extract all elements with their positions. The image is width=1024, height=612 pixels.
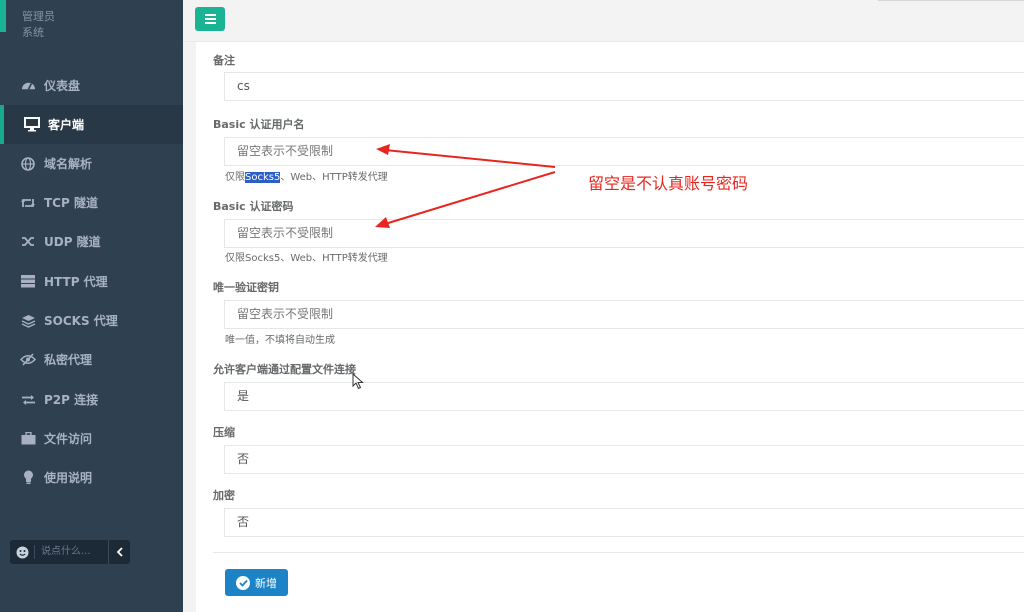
bars-icon — [204, 14, 216, 24]
sidebar-item-files[interactable]: 文件访问 — [0, 419, 183, 458]
basic-username-input[interactable]: 留空表示不受限制 — [224, 137, 1024, 166]
basic-username-label: Basic 认证用户名 — [213, 118, 305, 131]
selected-text: Socks5 — [245, 172, 281, 183]
eye-slash-icon — [20, 352, 36, 368]
chevron-left-icon — [116, 547, 123, 557]
exchange-icon — [20, 392, 36, 408]
server-icon — [20, 274, 36, 290]
sidebar-item-label: 文件访问 — [44, 432, 93, 446]
dashboard-icon — [20, 78, 36, 94]
form-divider — [213, 552, 1024, 553]
briefcase-icon — [20, 431, 36, 447]
collapse-chat-button[interactable] — [108, 540, 130, 564]
sidebar-item-udp[interactable]: UDP 隧道 — [0, 222, 183, 261]
basic-username-help: 仅限Socks5、Web、HTTP转发代理 — [225, 172, 388, 183]
remark-label: 备注 — [213, 54, 235, 67]
add-button[interactable]: 新增 — [225, 569, 288, 596]
sidebar: 管理员 系统 仪表盘 客户端 域名解析 TCP 隧道 UDP 隧道 HTTP 代… — [0, 0, 183, 612]
desktop-icon — [24, 117, 40, 133]
compress-label: 压缩 — [213, 426, 235, 439]
config-conn-select[interactable]: 是 — [224, 382, 1024, 411]
annotation-text: 留空是不认真账号密码 — [588, 174, 749, 193]
basic-password-input[interactable]: 留空表示不受限制 — [224, 219, 1024, 248]
add-button-label: 新增 — [255, 576, 277, 590]
random-icon — [20, 234, 36, 250]
sidebar-item-label: TCP 隧道 — [44, 196, 98, 210]
sidebar-item-label: HTTP 代理 — [44, 275, 108, 289]
smile-icon[interactable] — [10, 546, 34, 559]
chat-input[interactable]: 说点什么... — [34, 545, 108, 559]
sidebar-item-label: UDP 隧道 — [44, 235, 101, 249]
layers-icon — [20, 313, 36, 329]
crypt-label: 加密 — [213, 489, 235, 502]
toggle-menu-button[interactable] — [195, 7, 225, 31]
sidebar-item-tcp[interactable]: TCP 隧道 — [0, 183, 183, 222]
mouse-cursor-icon — [352, 373, 364, 390]
sidebar-item-help[interactable]: 使用说明 — [0, 458, 183, 497]
check-circle-icon — [236, 575, 250, 590]
client-form-panel: 备注 cs Basic 认证用户名 留空表示不受限制 仅限Socks5、Web、… — [196, 42, 1024, 612]
globe-icon — [20, 156, 36, 172]
compress-select[interactable]: 否 — [224, 445, 1024, 474]
sidebar-item-socks[interactable]: SOCKS 代理 — [0, 301, 183, 340]
vkey-label: 唯一验证密钥 — [213, 281, 279, 294]
sidebar-item-label: 使用说明 — [44, 471, 93, 485]
retweet-icon — [20, 195, 36, 211]
basic-password-label: Basic 认证密码 — [213, 200, 294, 213]
sidebar-item-http[interactable]: HTTP 代理 — [0, 262, 183, 301]
user-profile[interactable]: 管理员 系统 — [0, 0, 183, 50]
top-divider — [878, 0, 1024, 1]
user-system: 系统 — [22, 26, 44, 39]
sidebar-item-private[interactable]: 私密代理 — [0, 340, 183, 379]
sidebar-item-label: 客户端 — [48, 118, 85, 132]
remark-input[interactable]: cs — [224, 72, 1024, 101]
basic-password-help: 仅限Socks5、Web、HTTP转发代理 — [225, 253, 388, 264]
lightbulb-icon — [20, 470, 36, 486]
crypt-select[interactable]: 否 — [224, 508, 1024, 537]
sidebar-item-domain[interactable]: 域名解析 — [0, 144, 183, 183]
top-bar — [183, 0, 1024, 42]
sidebar-item-label: 仪表盘 — [44, 79, 81, 93]
sidebar-item-clients[interactable]: 客户端 — [0, 105, 183, 144]
sidebar-item-p2p[interactable]: P2P 连接 — [0, 380, 183, 419]
vkey-help: 唯一值，不填将自动生成 — [225, 335, 335, 346]
sidebar-item-label: 域名解析 — [44, 157, 93, 171]
sidebar-item-label: P2P 连接 — [44, 393, 99, 407]
user-role: 管理员 — [22, 10, 55, 23]
sidebar-item-label: 私密代理 — [44, 353, 93, 367]
chat-box: 说点什么... — [10, 540, 130, 564]
config-conn-label: 允许客户端通过配置文件连接 — [213, 363, 356, 376]
sidebar-item-label: SOCKS 代理 — [44, 314, 118, 328]
user-accent-bar — [0, 0, 6, 32]
vkey-input[interactable]: 留空表示不受限制 — [224, 300, 1024, 329]
sidebar-item-dashboard[interactable]: 仪表盘 — [0, 66, 183, 105]
